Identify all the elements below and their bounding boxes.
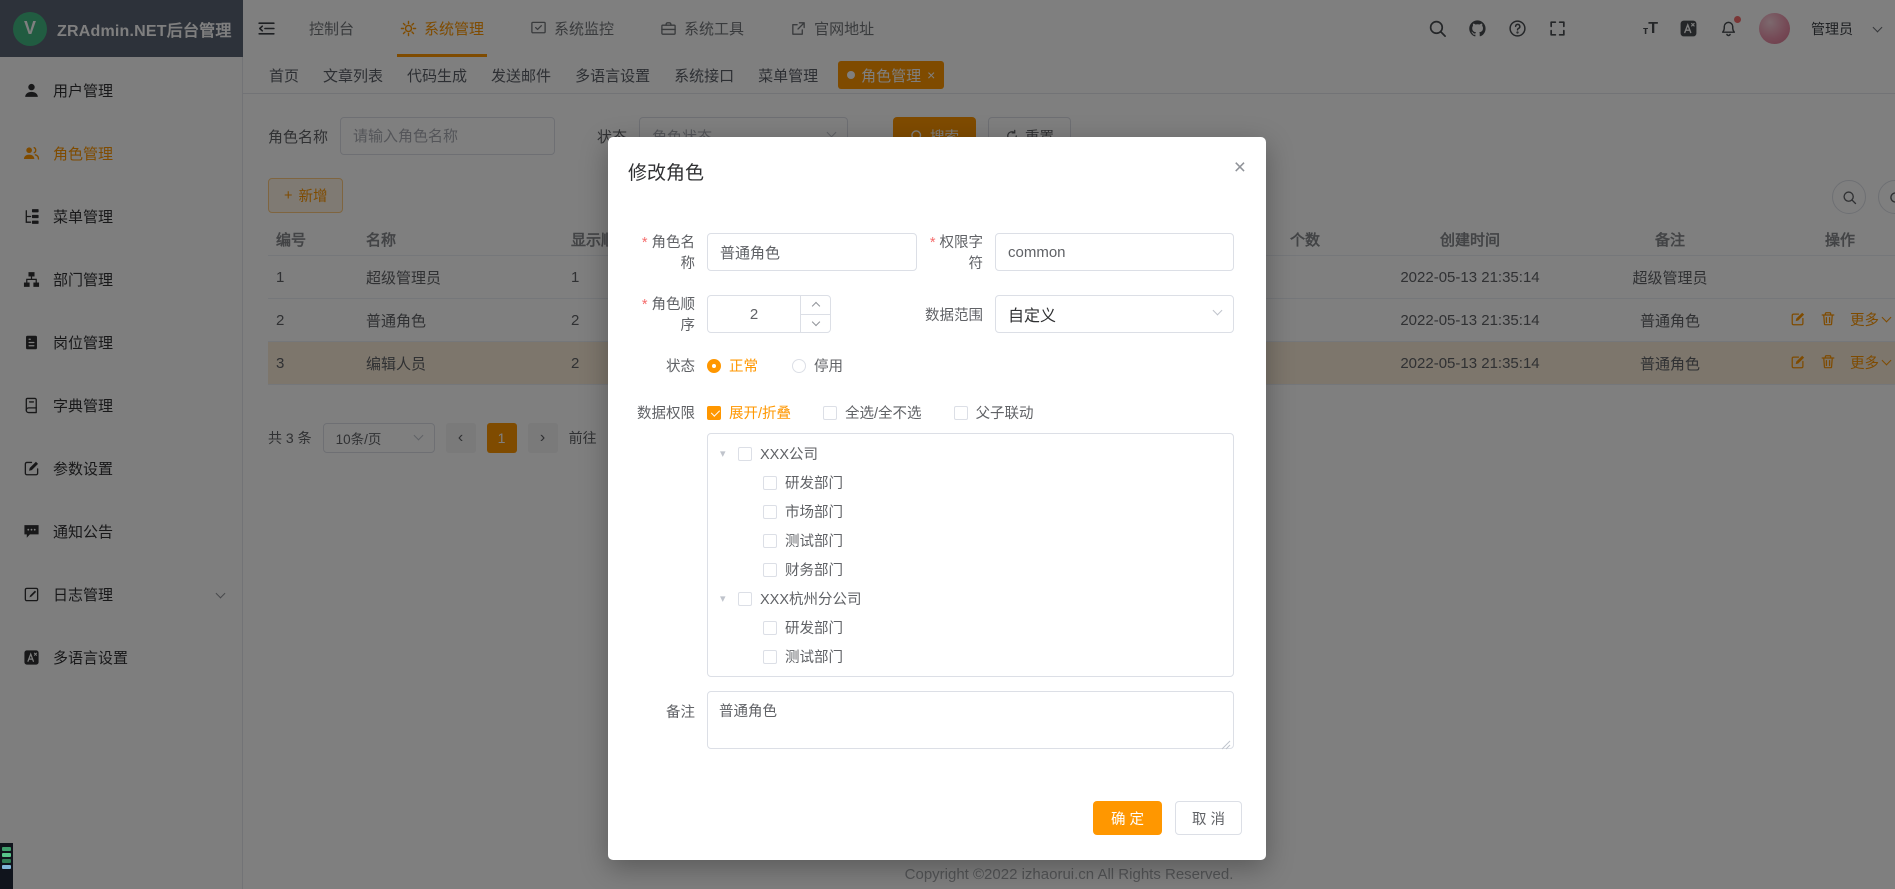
tree-caret-icon[interactable]: ▾ xyxy=(720,592,738,605)
dialog-header: 修改角色 × xyxy=(608,137,1266,193)
data-scope-select[interactable]: 自定义 xyxy=(995,295,1234,333)
checkbox-icon xyxy=(707,406,721,420)
role-name-label: 角色名称 xyxy=(628,231,695,273)
cancel-button[interactable]: 取 消 xyxy=(1175,801,1242,835)
checkbox-icon[interactable] xyxy=(763,563,777,577)
checkbox-label: 父子联动 xyxy=(976,402,1034,423)
tree-node-label: 测试部门 xyxy=(785,530,843,551)
radio-icon xyxy=(707,359,721,373)
department-tree: ▾ XXX公司 研发部门 市场部门 测试部门 财务部门 ▾ xyxy=(707,433,1234,677)
role-sort-stepper[interactable]: 2 xyxy=(707,295,831,333)
checkbox-label: 全选/全不选 xyxy=(845,402,922,423)
tree-node[interactable]: ▾ XXX杭州分公司 xyxy=(708,584,1233,613)
tree-node[interactable]: 测试部门 xyxy=(708,642,1233,671)
tree-node-label: XXX公司 xyxy=(760,443,818,464)
checkbox-icon[interactable] xyxy=(763,621,777,635)
radio-label: 正常 xyxy=(729,355,758,376)
resize-grip-icon[interactable] xyxy=(1221,740,1231,750)
tree-node-label: 研发部门 xyxy=(785,472,843,493)
edit-role-dialog: 修改角色 × 角色名称 权限字符 角色顺序 2 数据范围 自定义 xyxy=(608,137,1266,860)
checkbox-icon[interactable] xyxy=(763,650,777,664)
parent-child-link-checkbox[interactable]: 父子联动 xyxy=(954,402,1034,423)
tree-node[interactable]: 财务部门 xyxy=(708,555,1233,584)
role-key-input[interactable] xyxy=(995,233,1234,271)
role-name-input[interactable] xyxy=(707,233,917,271)
status-radio-normal[interactable]: 正常 xyxy=(707,355,758,376)
data-permission-label: 数据权限 xyxy=(628,402,695,423)
checkbox-icon xyxy=(954,406,968,420)
tree-caret-icon[interactable]: ▾ xyxy=(720,447,738,460)
remark-textarea[interactable]: 普通角色 xyxy=(707,691,1234,749)
radio-icon xyxy=(792,359,806,373)
status-radio-disabled[interactable]: 停用 xyxy=(792,355,843,376)
expand-collapse-checkbox[interactable]: 展开/折叠 xyxy=(707,402,791,423)
tree-node-label: 市场部门 xyxy=(785,501,843,522)
dialog-title: 修改角色 xyxy=(628,163,704,184)
tree-node[interactable]: 研发部门 xyxy=(708,613,1233,642)
tree-node[interactable]: ▾ XXX公司 xyxy=(708,439,1233,468)
checkbox-icon[interactable] xyxy=(763,534,777,548)
tree-node-label: 测试部门 xyxy=(785,646,843,667)
tree-node[interactable]: 测试部门 xyxy=(708,526,1233,555)
chevron-up-icon xyxy=(811,302,819,310)
checkbox-icon[interactable] xyxy=(738,592,752,606)
close-icon[interactable]: × xyxy=(1234,157,1246,178)
role-sort-label: 角色顺序 xyxy=(628,293,695,335)
data-scope-label: 数据范围 xyxy=(917,304,983,325)
stepper-controls xyxy=(800,296,830,332)
stepper-up-button[interactable] xyxy=(801,296,830,315)
radio-label: 停用 xyxy=(814,355,843,376)
tree-node[interactable]: 研发部门 xyxy=(708,468,1233,497)
role-key-label: 权限字符 xyxy=(917,231,983,273)
chevron-down-icon xyxy=(1213,306,1223,316)
tree-node-label: XXX杭州分公司 xyxy=(760,588,862,609)
confirm-button[interactable]: 确 定 xyxy=(1093,801,1162,835)
tree-node-label: 财务部门 xyxy=(785,559,843,580)
tree-node-label: 研发部门 xyxy=(785,617,843,638)
select-all-checkbox[interactable]: 全选/全不选 xyxy=(823,402,922,423)
dialog-body: 角色名称 权限字符 角色顺序 2 数据范围 自定义 状态 xyxy=(608,193,1266,754)
checkbox-label: 展开/折叠 xyxy=(729,402,791,423)
corner-status-widget xyxy=(0,843,13,889)
checkbox-icon xyxy=(823,406,837,420)
checkbox-icon[interactable] xyxy=(763,505,777,519)
remark-label: 备注 xyxy=(628,701,695,722)
tree-node[interactable]: 市场部门 xyxy=(708,497,1233,526)
stepper-down-button[interactable] xyxy=(801,315,830,333)
chevron-down-icon xyxy=(811,318,819,326)
status-label: 状态 xyxy=(628,355,695,376)
data-scope-value: 自定义 xyxy=(1008,302,1056,326)
checkbox-icon[interactable] xyxy=(763,476,777,490)
checkbox-icon[interactable] xyxy=(738,447,752,461)
dialog-footer: 确 定 取 消 xyxy=(1093,801,1242,835)
